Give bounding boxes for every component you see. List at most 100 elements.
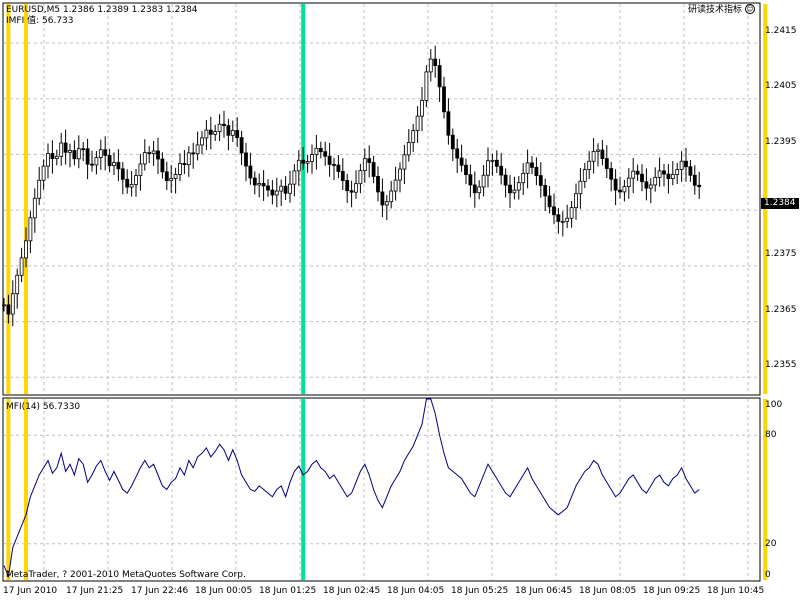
candle-body bbox=[358, 170, 363, 185]
candle-body bbox=[635, 170, 640, 175]
candle-body bbox=[323, 151, 328, 157]
candle-body bbox=[560, 220, 565, 223]
candle-body bbox=[428, 58, 433, 73]
y-tick-label: 1.2365 bbox=[765, 305, 797, 315]
x-tick-label: 18 Jun 10:45 bbox=[707, 586, 765, 596]
candle-body bbox=[525, 162, 530, 174]
candle-body bbox=[380, 191, 385, 206]
candle-body bbox=[6, 304, 11, 315]
candle-body bbox=[261, 183, 266, 187]
candle-body bbox=[195, 144, 200, 155]
candle-body bbox=[279, 185, 284, 192]
candle-body bbox=[318, 147, 323, 153]
x-tick-label: 18 Jun 01:25 bbox=[259, 586, 317, 596]
candle-body bbox=[204, 129, 209, 139]
mfi-tick-label: 20 bbox=[765, 539, 777, 549]
candle-body bbox=[679, 160, 684, 170]
candle-body bbox=[481, 174, 486, 188]
candle-body bbox=[81, 148, 86, 151]
candle-body bbox=[604, 158, 609, 169]
candle-body bbox=[248, 165, 253, 179]
candle-body bbox=[54, 155, 59, 160]
candle-body bbox=[37, 179, 42, 199]
candle-body bbox=[274, 190, 279, 196]
candle-body bbox=[120, 168, 125, 180]
candle-body bbox=[455, 148, 460, 159]
candle-body bbox=[662, 170, 666, 175]
candle-body bbox=[613, 178, 618, 191]
candle-body bbox=[508, 184, 512, 194]
mfi-chart-frame bbox=[2, 397, 761, 582]
candle-body bbox=[477, 186, 482, 194]
candle-body bbox=[288, 183, 292, 194]
candle-body bbox=[565, 217, 570, 222]
candle-body bbox=[156, 150, 160, 160]
candle-body bbox=[125, 178, 130, 188]
chart-canvas[interactable] bbox=[0, 0, 800, 600]
candle-body bbox=[46, 153, 50, 167]
candle-body bbox=[367, 158, 372, 163]
y-tick-label: 1.2415 bbox=[765, 26, 797, 36]
candle-body bbox=[63, 142, 68, 153]
candle-body bbox=[164, 171, 169, 182]
candle-body bbox=[270, 189, 275, 196]
candle-body bbox=[349, 190, 354, 193]
candle-body bbox=[406, 141, 411, 156]
signal-bar-yellow bbox=[6, 399, 11, 580]
candle-body bbox=[688, 166, 693, 176]
mfi-label: MFI(14) 56.7330 bbox=[6, 402, 81, 412]
candle-body bbox=[398, 168, 402, 181]
candle-body bbox=[314, 147, 319, 155]
candle-body bbox=[160, 158, 165, 173]
candle-body bbox=[72, 150, 77, 160]
candle-body bbox=[362, 158, 367, 172]
candle-body bbox=[169, 178, 174, 182]
candle-body bbox=[19, 257, 24, 276]
x-tick-label: 17 Jun 21:25 bbox=[66, 586, 124, 596]
candle-body bbox=[173, 174, 178, 179]
candle-body bbox=[692, 174, 697, 186]
x-tick-label: 17 Jun 2010 bbox=[3, 586, 58, 596]
candle-body bbox=[129, 184, 134, 188]
candle-body bbox=[402, 154, 407, 170]
candle-body bbox=[292, 170, 297, 185]
candle-body bbox=[666, 173, 671, 179]
candle-body bbox=[684, 160, 688, 168]
candle-body bbox=[68, 150, 72, 153]
candle-body bbox=[244, 152, 248, 167]
candle-body bbox=[499, 165, 504, 176]
candle-body bbox=[587, 160, 592, 170]
candle-body bbox=[538, 175, 543, 186]
candle-body bbox=[208, 129, 213, 135]
candle-body bbox=[94, 157, 99, 166]
y-tick-label: 1.2395 bbox=[765, 137, 797, 147]
candle-body bbox=[486, 160, 490, 176]
candle-body bbox=[389, 190, 394, 203]
candle-body bbox=[41, 165, 46, 181]
candle-body bbox=[420, 100, 424, 117]
candle-body bbox=[24, 240, 28, 259]
mfi-tick-label: 0 bbox=[765, 570, 771, 580]
candle-body bbox=[186, 152, 191, 166]
candle-body bbox=[134, 175, 138, 185]
candle-body bbox=[411, 130, 416, 143]
chart-title: EURUSD,M5 1.2386 1.2389 1.2383 1.2384 bbox=[6, 5, 198, 15]
candle-body bbox=[200, 137, 204, 146]
candle-body bbox=[230, 130, 235, 136]
candle-body bbox=[32, 197, 37, 219]
candle-body bbox=[644, 181, 649, 189]
candle-body bbox=[415, 115, 420, 132]
candle-body bbox=[296, 159, 301, 172]
candle-body bbox=[354, 183, 358, 193]
candle-body bbox=[547, 195, 552, 208]
signal-bar-green bbox=[301, 399, 306, 580]
candle-body bbox=[556, 214, 561, 222]
candle-body bbox=[503, 174, 508, 186]
candle-body bbox=[85, 148, 90, 165]
candle-body bbox=[226, 125, 231, 136]
candle-body bbox=[59, 142, 64, 157]
y-tick-label: 1.2375 bbox=[765, 249, 797, 259]
candle-body bbox=[512, 189, 517, 194]
candle-body bbox=[182, 163, 187, 166]
candle-body bbox=[266, 185, 270, 191]
